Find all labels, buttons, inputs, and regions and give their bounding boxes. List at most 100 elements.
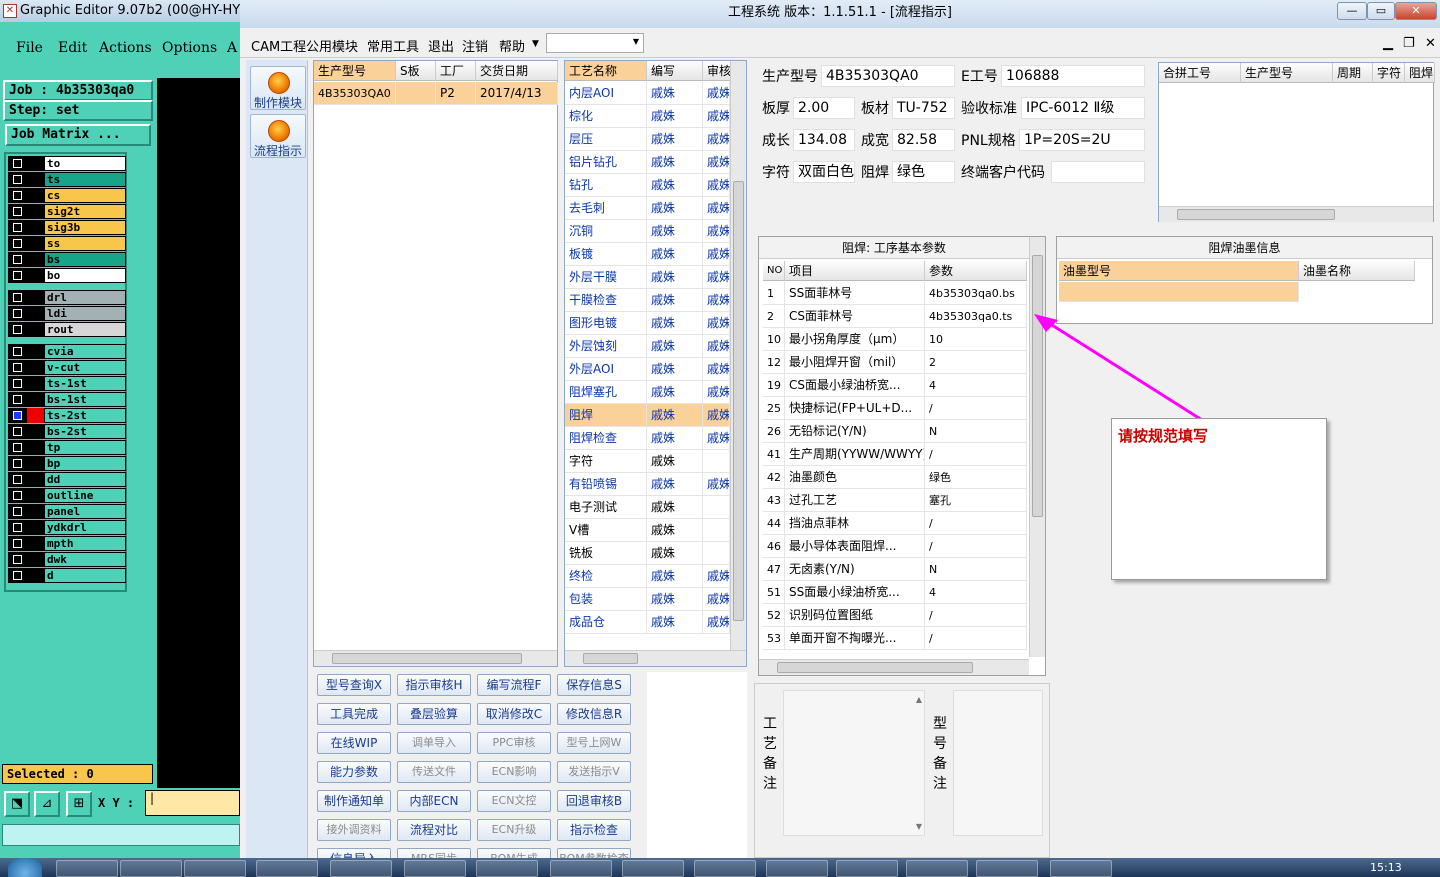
ge-canvas[interactable] — [157, 78, 240, 788]
process-writer-cell[interactable]: 戚姝 — [647, 450, 703, 473]
process-writer-cell[interactable]: 戚姝 — [647, 588, 703, 611]
param-no-cell[interactable]: 44 — [763, 512, 785, 535]
taskbar-item-8[interactable] — [550, 860, 612, 877]
job-factory-cell[interactable]: P2 — [436, 82, 476, 105]
layer-row[interactable]: v-cut — [8, 360, 126, 375]
param-value-cell[interactable]: / — [925, 627, 1027, 650]
process-name-cell[interactable]: 外层AOI — [565, 358, 647, 381]
param-item-cell[interactable]: 最小拐角厚度（μm） — [785, 328, 925, 351]
process-name-cell[interactable]: 外层蚀刻 — [565, 335, 647, 358]
layer-row[interactable]: ldi — [8, 306, 126, 321]
layer-name[interactable]: ts-1st — [44, 376, 126, 391]
action-button[interactable]: 叠层验算 — [397, 703, 471, 725]
action-button[interactable]: 内部ECN — [397, 790, 471, 812]
layer-row[interactable]: bo — [8, 268, 126, 283]
param-value-cell[interactable]: / — [925, 604, 1027, 627]
xy-input[interactable]: | — [145, 790, 240, 816]
menu-tools[interactable]: 常用工具 — [367, 36, 419, 55]
taskbar-item-2[interactable] — [120, 860, 182, 877]
process-name-cell[interactable]: 外层干膜 — [565, 266, 647, 289]
menu-help[interactable]: 帮助 — [499, 36, 525, 55]
layer-name[interactable]: v-cut — [44, 360, 126, 375]
process-name-cell[interactable]: 沉铜 — [565, 220, 647, 243]
param-no-cell[interactable]: 10 — [763, 328, 785, 351]
layer-name[interactable]: to — [44, 156, 126, 171]
measure-icon[interactable]: ⊿ — [34, 791, 60, 817]
col-factory[interactable]: 工厂 — [436, 61, 476, 81]
col-delivery[interactable]: 交货日期 — [476, 61, 558, 81]
layer-checkbox[interactable] — [8, 472, 27, 487]
process-reviewer-cell[interactable]: 戚姝 — [703, 151, 730, 174]
col-merge-mask[interactable]: 阻焊 — [1405, 63, 1435, 83]
param-value-cell[interactable]: 4b35303qa0.bs — [925, 282, 1027, 305]
process-reviewer-cell[interactable] — [703, 496, 730, 519]
layer-row[interactable]: drl — [8, 290, 126, 305]
param-item-cell[interactable]: 单面开窗不掏曝光... — [785, 627, 925, 650]
ge-menu-options[interactable]: Options — [162, 40, 217, 56]
process-name-cell[interactable]: 电子测试 — [565, 496, 647, 519]
ink-model-cell[interactable] — [1059, 282, 1299, 302]
layer-row[interactable]: rout — [8, 322, 126, 337]
layer-checkbox[interactable] — [8, 376, 27, 391]
process-reviewer-cell[interactable]: 戚姝 — [703, 312, 730, 335]
process-writer-cell[interactable]: 戚姝 — [647, 358, 703, 381]
layer-row[interactable]: ts-2st — [8, 408, 126, 423]
param-item-cell[interactable]: CS面菲林号 — [785, 305, 925, 328]
layer-checkbox[interactable] — [8, 392, 27, 407]
layer-checkbox[interactable] — [8, 488, 27, 503]
taskbar-item-11[interactable] — [766, 860, 828, 877]
job-date-cell[interactable]: 2017/4/13 — [476, 82, 558, 105]
action-button[interactable]: 保存信息S — [557, 674, 631, 696]
param-item-cell[interactable]: CS面最小绿油桥宽... — [785, 374, 925, 397]
col-ink-model[interactable]: 油墨型号 — [1059, 261, 1299, 281]
process-name-cell[interactable]: V槽 — [565, 519, 647, 542]
params-hscroll[interactable] — [759, 659, 1029, 675]
thick-field[interactable]: 2.00 — [793, 97, 855, 119]
layer-row[interactable]: bs — [8, 252, 126, 267]
layer-checkbox[interactable] — [8, 156, 27, 171]
col-model[interactable]: 生产型号 — [314, 61, 396, 81]
col-no[interactable]: NO — [763, 261, 785, 281]
width-field[interactable]: 82.58 — [892, 129, 955, 151]
model-field[interactable]: 4B35303QA0 — [821, 65, 955, 87]
layer-checkbox[interactable] — [8, 290, 27, 305]
taskbar-item-14[interactable] — [976, 860, 1038, 877]
action-button[interactable]: 指示审核H — [397, 674, 471, 696]
layer-name[interactable]: bs-2st — [44, 424, 126, 439]
layer-name[interactable]: d — [44, 568, 126, 583]
param-value-cell[interactable]: 绿色 — [925, 466, 1027, 489]
process-vscroll[interactable] — [730, 61, 746, 651]
taskbar-item-7[interactable] — [476, 860, 538, 877]
material-field[interactable]: TU-752 — [892, 97, 955, 119]
layer-checkbox[interactable] — [8, 236, 27, 251]
layer-name[interactable]: bs-1st — [44, 392, 126, 407]
layer-row[interactable]: ts-1st — [8, 376, 126, 391]
process-name-cell[interactable]: 终检 — [565, 565, 647, 588]
pnl-field[interactable]: 1P=20S=2U — [1019, 129, 1145, 151]
layer-checkbox[interactable] — [8, 360, 27, 375]
process-writer-cell[interactable]: 戚姝 — [647, 82, 703, 105]
layer-name[interactable]: drl — [44, 290, 126, 305]
layer-name[interactable]: sig3b — [44, 220, 126, 235]
job-s-cell[interactable] — [396, 82, 436, 105]
param-no-cell[interactable]: 26 — [763, 420, 785, 443]
job-matrix-button[interactable]: Job Matrix ... — [5, 124, 151, 146]
layer-row[interactable]: ydkdrl — [8, 520, 126, 535]
layer-checkbox[interactable] — [8, 440, 27, 455]
process-reviewer-cell[interactable]: 戚姝 — [703, 82, 730, 105]
layer-name[interactable]: bo — [44, 268, 126, 283]
col-process-name[interactable]: 工艺名称 — [565, 61, 647, 81]
taskbar-item-13[interactable] — [906, 860, 968, 877]
layer-checkbox[interactable] — [8, 306, 27, 321]
menu-dropdown-icon[interactable]: ▼ — [532, 39, 539, 49]
action-button[interactable]: 取消修改C — [477, 703, 551, 725]
layer-name[interactable]: cs — [44, 188, 126, 203]
param-item-cell[interactable]: 识别码位置图纸 — [785, 604, 925, 627]
process-writer-cell[interactable]: 戚姝 — [647, 151, 703, 174]
process-name-cell[interactable]: 棕化 — [565, 105, 647, 128]
layer-row[interactable]: cvia — [8, 344, 126, 359]
ge-menu-more[interactable]: A — [227, 40, 237, 56]
process-reviewer-cell[interactable]: 戚姝 — [703, 335, 730, 358]
process-reviewer-cell[interactable]: 戚姝 — [703, 473, 730, 496]
process-name-cell[interactable]: 铝片钻孔 — [565, 151, 647, 174]
